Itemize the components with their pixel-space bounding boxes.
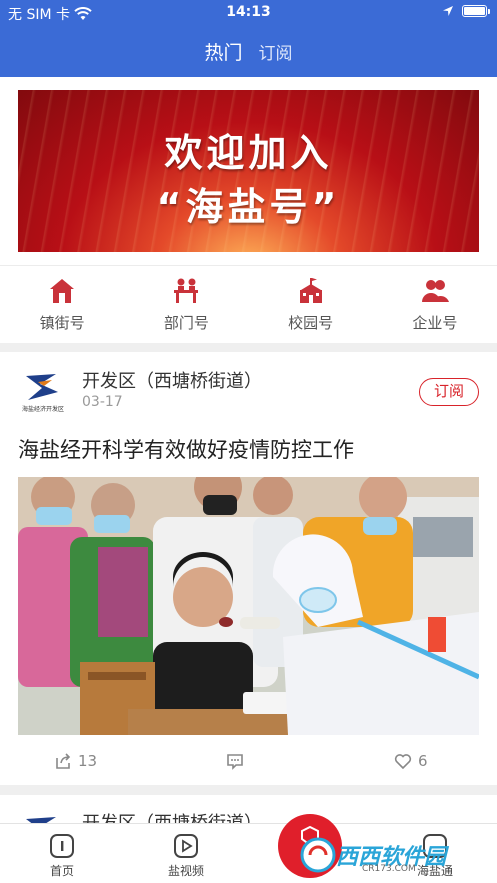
like-action[interactable]: 6 (394, 752, 428, 770)
logo-caption: 海盐经济开发区 (21, 406, 64, 413)
category-school[interactable]: 校园号 (249, 266, 373, 343)
heart-icon (394, 754, 412, 770)
users-icon (421, 280, 449, 302)
watermark-logo-icon (300, 837, 336, 873)
home-icon (50, 279, 75, 303)
share-icon (56, 753, 71, 769)
article-photo[interactable] (18, 477, 479, 735)
banner-line-1: 欢迎加入 (164, 131, 333, 175)
header-bar: 无 SIM 卡 14:13 热门 订阅 (0, 0, 497, 77)
location-icon (443, 6, 453, 16)
banner-section: 欢迎加入 “海盐号” (0, 77, 497, 265)
share-action[interactable]: 13 (54, 752, 97, 770)
like-count: 6 (418, 752, 428, 770)
nav-label: 盐视频 (167, 864, 204, 878)
nav-label: 首页 (49, 864, 74, 878)
desk-icon (174, 278, 199, 303)
article-card[interactable]: 海盐经济开发区 开发区（西塘桥街道） 03-17 订阅 海盐经开科学有效做好疫情… (0, 352, 497, 785)
category-row: 镇街号 部门号 校园号 企业号 (0, 265, 497, 343)
category-town[interactable]: 镇街号 (0, 266, 124, 343)
category-label: 部门号 (163, 314, 209, 332)
category-label: 企业号 (412, 314, 458, 332)
source-logo: 海盐经济开发区 (20, 370, 66, 416)
status-time: 14:13 (226, 4, 271, 20)
subscribe-button[interactable]: 订阅 (419, 378, 479, 406)
comment-action[interactable] (226, 752, 244, 770)
video-icon (174, 834, 198, 858)
nav-video[interactable]: 盐视频 (146, 832, 226, 879)
category-enterprise[interactable]: 企业号 (373, 266, 497, 343)
watermark-url: CR173.COM (362, 864, 416, 874)
banner-line-2: “海盐号” (156, 185, 341, 229)
watermark: 西西软件园 CR173.COM (300, 834, 478, 876)
tab-hot[interactable]: 热门 (204, 38, 242, 65)
status-bar: 无 SIM 卡 14:13 (0, 0, 497, 26)
home-tab-icon (50, 834, 74, 858)
article-title[interactable]: 海盐经开科学有效做好疫情防控工作 (18, 434, 354, 464)
category-label: 镇街号 (39, 314, 85, 332)
welcome-banner[interactable]: 欢迎加入 “海盐号” (18, 90, 479, 252)
tab-subscribe[interactable]: 订阅 (259, 39, 293, 64)
school-icon (299, 278, 322, 303)
category-department[interactable]: 部门号 (124, 266, 248, 343)
battery-icon (462, 5, 490, 17)
comment-icon (227, 754, 243, 770)
publish-date: 03-17 (82, 394, 123, 410)
source-name[interactable]: 开发区（西塘桥街道） (82, 367, 262, 393)
nav-home[interactable]: 首页 (22, 832, 102, 879)
share-count: 13 (78, 752, 98, 770)
bottom-nav: 首页 盐视频 海 海盐通 西西软件园 CR173.COM (0, 814, 497, 883)
category-label: 校园号 (288, 314, 334, 332)
